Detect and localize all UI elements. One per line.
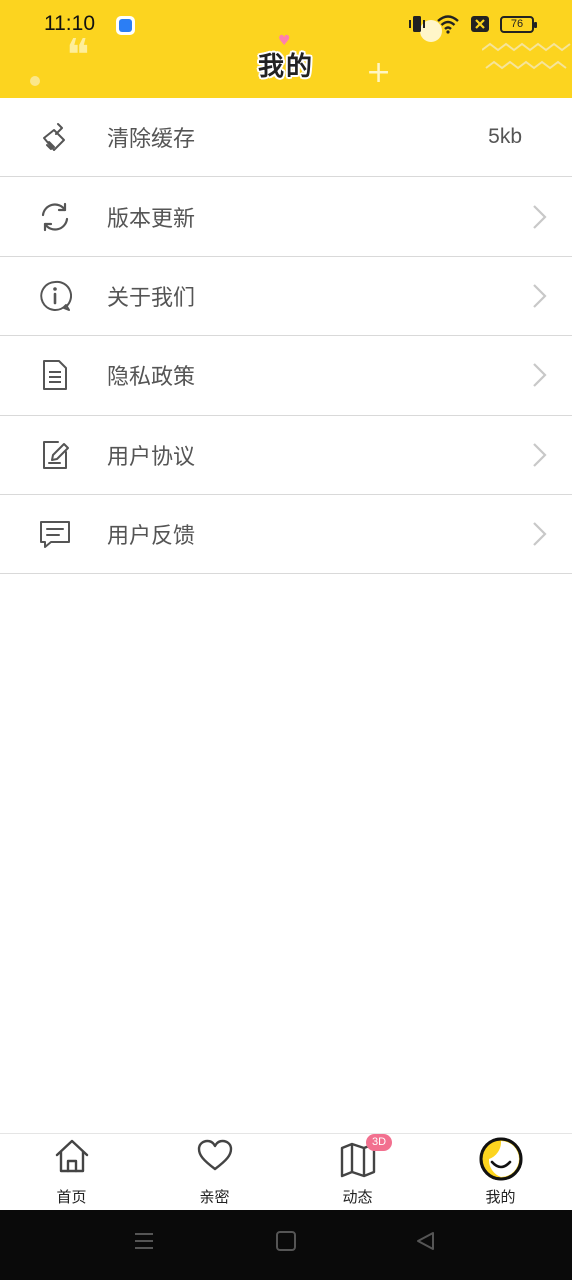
document-icon bbox=[43, 360, 67, 391]
home-icon bbox=[55, 1139, 88, 1173]
header: ❝ + 11:10 76 ♥ 我的 bbox=[0, 0, 572, 98]
back-icon[interactable] bbox=[414, 1230, 436, 1252]
chevron-right-icon bbox=[533, 363, 547, 388]
bottom-tab-bar: 首页 亲密 动态 3D 我的 bbox=[0, 1133, 572, 1209]
tab-label: 首页 bbox=[56, 1188, 87, 1206]
menu-item-clear-cache[interactable]: 清除缓存 5kb bbox=[0, 98, 572, 178]
vibrate-icon bbox=[409, 16, 425, 32]
menu-item-label: 用户反馈 bbox=[107, 524, 196, 550]
chevron-right-icon bbox=[533, 204, 547, 229]
settings-menu: 清除缓存 5kb 版本更新 关于我们 隐私政策 用户协议 用户反馈 bbox=[0, 98, 572, 575]
chevron-right-icon bbox=[533, 522, 547, 546]
refresh-icon bbox=[41, 202, 69, 231]
tab-mine[interactable]: 我的 bbox=[429, 1134, 572, 1210]
menu-item-label: 版本更新 bbox=[107, 206, 196, 232]
battery-indicator: 76 bbox=[500, 15, 537, 33]
edit-note-icon bbox=[43, 440, 69, 469]
system-nav-bar bbox=[0, 1210, 572, 1280]
menu-icon[interactable] bbox=[133, 1230, 155, 1252]
cache-size-value: 5kb bbox=[488, 125, 522, 149]
home-button-icon[interactable] bbox=[275, 1230, 297, 1252]
wifi-icon bbox=[437, 15, 459, 34]
message-icon bbox=[40, 521, 70, 549]
tab-label: 动态 bbox=[342, 1188, 373, 1206]
chevron-right-icon bbox=[533, 442, 547, 467]
info-bubble-icon bbox=[40, 280, 72, 311]
chevron-right-icon bbox=[533, 284, 547, 308]
broom-icon bbox=[43, 123, 65, 152]
menu-item-label: 关于我们 bbox=[107, 285, 196, 311]
status-time: 11:10 bbox=[44, 12, 95, 35]
no-sim-icon bbox=[471, 16, 489, 32]
page-title: 我的 bbox=[257, 52, 314, 82]
status-icons: 76 bbox=[408, 14, 537, 34]
heart-icon bbox=[197, 1139, 232, 1171]
menu-item-version-update[interactable]: 版本更新 bbox=[0, 177, 572, 257]
menu-item-privacy-policy[interactable]: 隐私政策 bbox=[0, 336, 572, 416]
menu-item-label: 清除缓存 bbox=[107, 127, 196, 153]
app-notification-icon bbox=[116, 16, 135, 35]
tab-intimacy[interactable]: 亲密 bbox=[143, 1134, 286, 1210]
tab-label: 我的 bbox=[485, 1188, 516, 1206]
notification-badge: 3D bbox=[366, 1134, 392, 1151]
menu-item-label: 隐私政策 bbox=[107, 365, 196, 391]
tab-home[interactable]: 首页 bbox=[0, 1134, 143, 1210]
menu-item-user-feedback[interactable]: 用户反馈 bbox=[0, 494, 572, 575]
smile-avatar-icon bbox=[479, 1137, 522, 1181]
menu-item-about-us[interactable]: 关于我们 bbox=[0, 256, 572, 337]
menu-item-label: 用户协议 bbox=[107, 444, 196, 470]
tab-label: 亲密 bbox=[199, 1188, 230, 1206]
menu-item-user-agreement[interactable]: 用户协议 bbox=[0, 415, 572, 495]
tab-moments[interactable]: 动态 bbox=[286, 1134, 429, 1210]
